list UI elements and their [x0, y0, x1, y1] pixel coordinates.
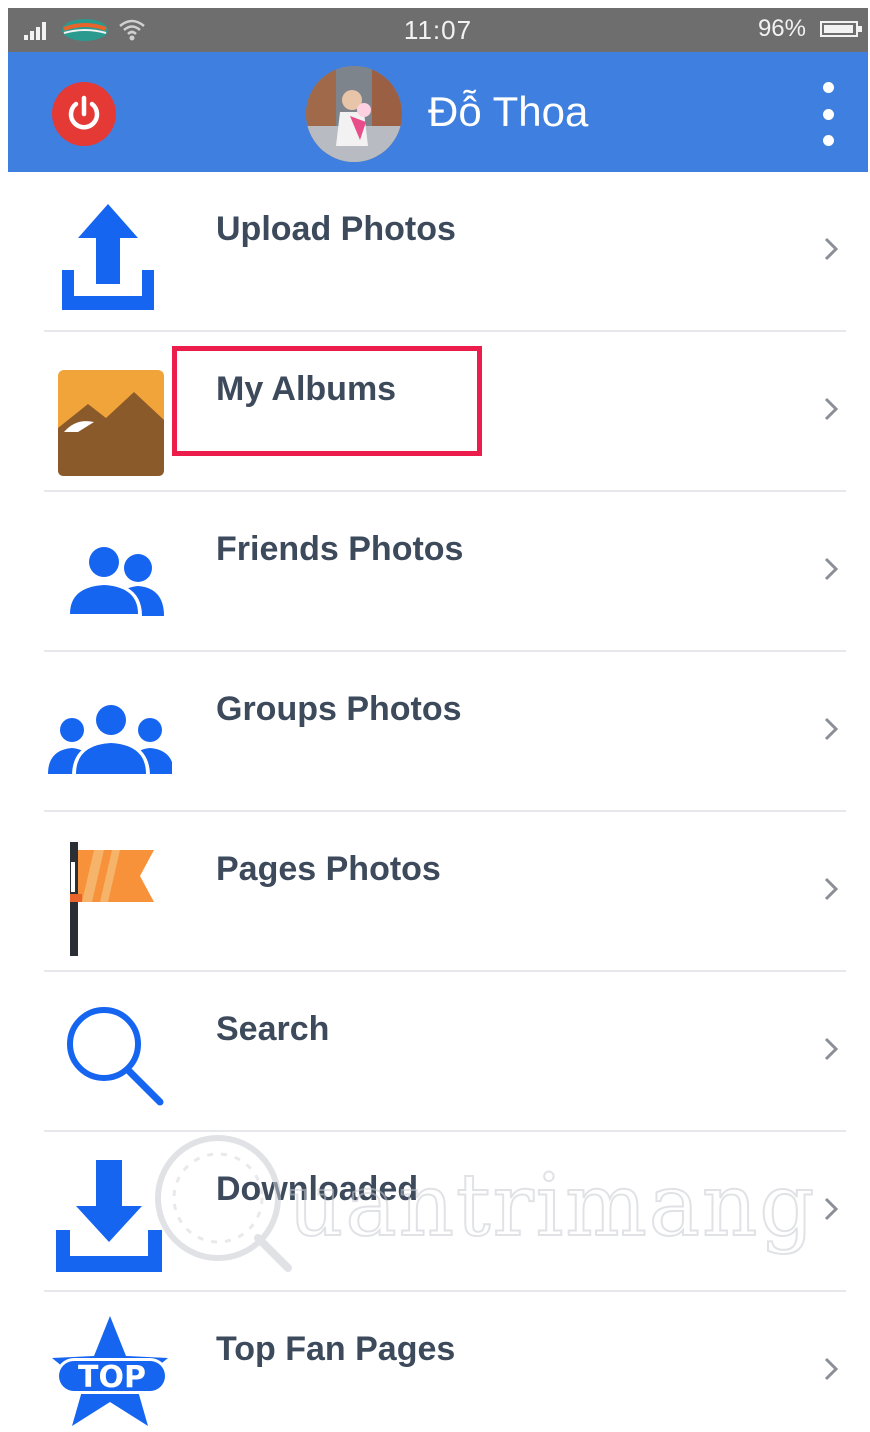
- search-icon: [42, 988, 172, 1116]
- avatar[interactable]: [306, 66, 402, 162]
- more-dot: [822, 82, 834, 93]
- menu-item-label: Top Fan Pages: [216, 1330, 456, 1368]
- menu-item-label: Pages Photos: [216, 850, 441, 888]
- svg-text:TOP: TOP: [78, 1360, 146, 1395]
- menu-list: Upload Photos My Albums Friends Photos G…: [8, 172, 868, 1432]
- battery-icon: [820, 21, 862, 37]
- battery-percent: 96%: [757, 15, 806, 42]
- user-name: Đỗ Thoa: [428, 88, 589, 135]
- menu-item-label: Downloaded: [216, 1170, 419, 1208]
- chevron-right-icon: [824, 397, 839, 421]
- menu-item-label: My Albums: [216, 370, 397, 408]
- menu-item-label: Groups Photos: [216, 690, 462, 728]
- menu-item-label: Search: [216, 1010, 330, 1048]
- menu-item-search[interactable]: Search: [8, 972, 868, 1132]
- logout-button[interactable]: [52, 82, 116, 146]
- groups-icon: [42, 668, 174, 796]
- battery-fill: [824, 25, 853, 33]
- upload-icon: [42, 188, 172, 316]
- menu-item-upload-photos[interactable]: Upload Photos: [8, 172, 868, 332]
- chevron-right-icon: [824, 237, 839, 261]
- menu-item-downloaded[interactable]: Downloaded: [8, 1132, 868, 1292]
- flag-icon: [42, 828, 172, 956]
- menu-item-my-albums[interactable]: My Albums: [8, 332, 868, 492]
- menu-item-groups-photos[interactable]: Groups Photos: [8, 652, 868, 812]
- power-icon: [68, 95, 100, 130]
- menu-item-label: Friends Photos: [216, 530, 464, 568]
- album-icon: [42, 348, 172, 476]
- chevron-right-icon: [824, 1197, 839, 1221]
- more-dot: [822, 108, 834, 120]
- friends-icon: [42, 508, 172, 636]
- menu-item-pages-photos[interactable]: Pages Photos: [8, 812, 868, 972]
- more-options-button[interactable]: [808, 82, 848, 146]
- chevron-right-icon: [824, 557, 839, 581]
- chevron-right-icon: [824, 877, 839, 901]
- chevron-right-icon: [824, 717, 839, 741]
- download-icon: [42, 1148, 172, 1276]
- status-time: 11:07: [403, 15, 473, 45]
- more-dot: [822, 135, 834, 146]
- menu-item-top-fan-pages[interactable]: TOP Top Fan Pages: [8, 1292, 868, 1432]
- menu-item-label: Upload Photos: [216, 210, 456, 248]
- chevron-right-icon: [824, 1357, 839, 1381]
- battery-status: 96%: [757, 15, 862, 43]
- app-header: Đỗ Thoa: [8, 52, 868, 172]
- avatar-photo-icon: [306, 66, 402, 162]
- chevron-right-icon: [824, 1037, 839, 1061]
- status-bar: 11:07 96%: [8, 8, 868, 52]
- menu-item-friends-photos[interactable]: Friends Photos: [8, 492, 868, 652]
- top-star-icon: TOP: [42, 1308, 172, 1432]
- app-screen: 11:07 96% Đỗ Thoa Upload Photos My Album…: [8, 8, 868, 1432]
